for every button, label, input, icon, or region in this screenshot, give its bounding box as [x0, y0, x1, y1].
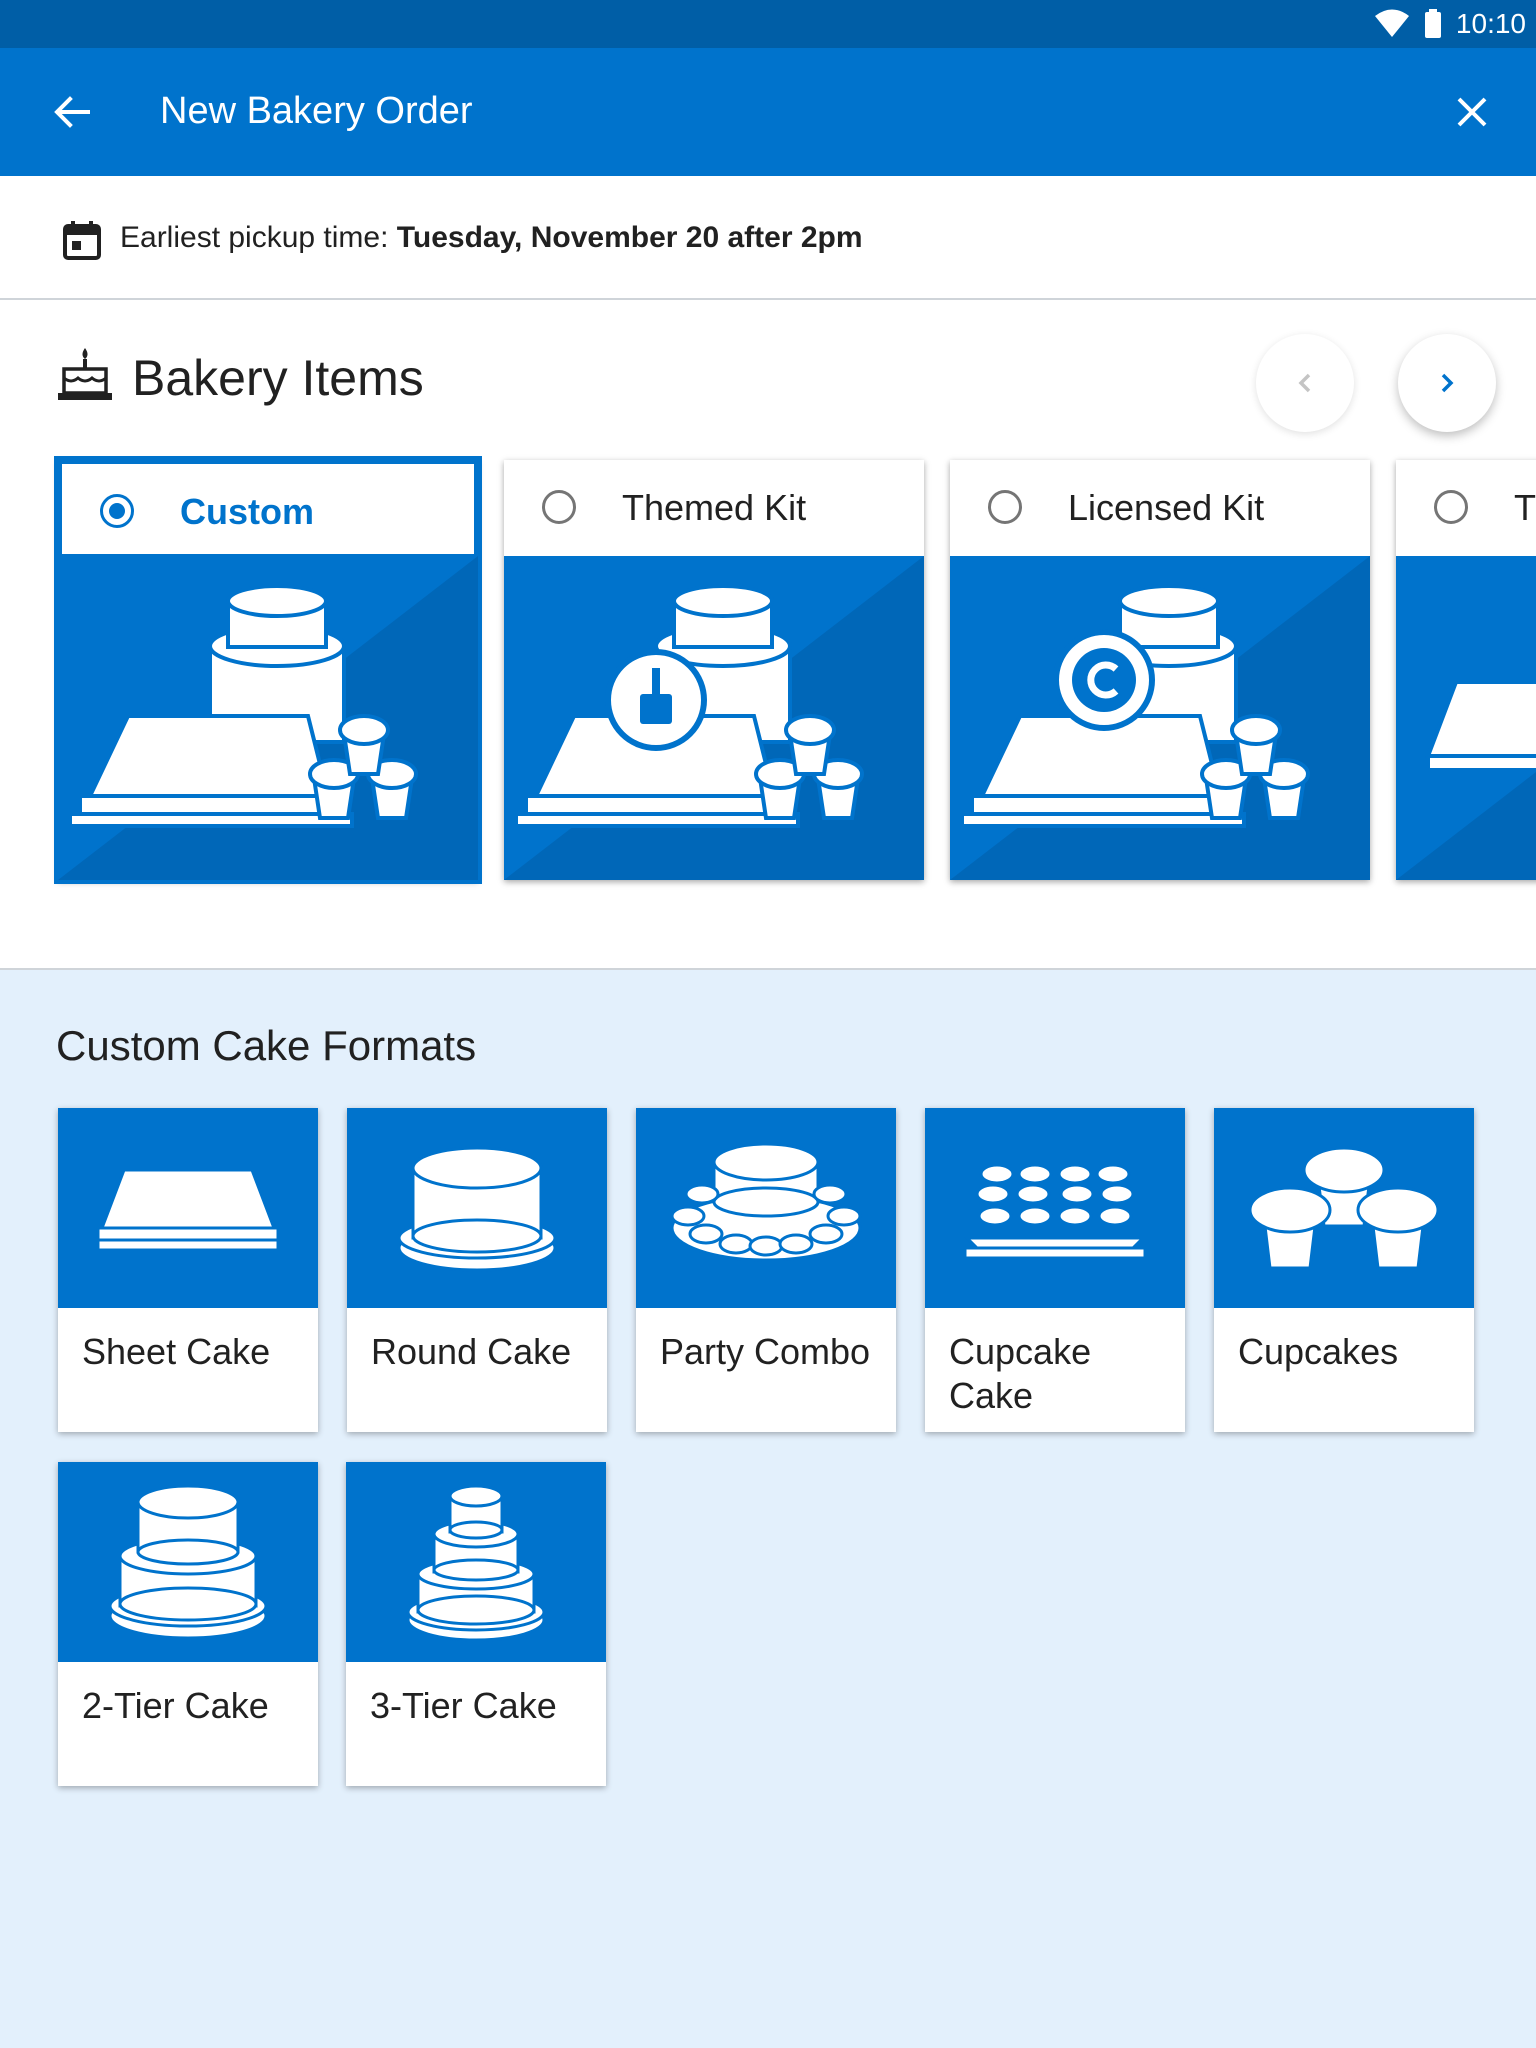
- pickup-text: Earliest pickup time: Tuesday, November …: [120, 218, 863, 258]
- format-two-tier-cake[interactable]: 2-Tier Cake: [58, 1462, 318, 1786]
- format-cupcake-cake[interactable]: Cupcake Cake: [925, 1108, 1185, 1432]
- carousel-next-button[interactable]: [1398, 334, 1496, 432]
- format-label: Round Cake: [371, 1331, 572, 1372]
- bakery-item-header: Licensed Kit: [950, 460, 1370, 556]
- bakery-items-section: Bakery Items Custom Themed Kit Licensed …: [0, 300, 1536, 970]
- carousel-prev-button[interactable]: [1256, 334, 1354, 432]
- licensed-kit-illustration: [950, 556, 1370, 880]
- format-label: Party Combo: [660, 1331, 871, 1372]
- bakery-item-header: Custom: [62, 464, 474, 554]
- radio-unselected-icon[interactable]: [542, 490, 576, 524]
- format-round-cake[interactable]: Round Cake: [347, 1108, 607, 1432]
- chevron-left-icon: [1298, 373, 1311, 393]
- status-bar: 10:10: [0, 0, 1536, 48]
- bakery-item-partial[interactable]: T: [1396, 460, 1536, 880]
- chevron-right-icon: [1441, 373, 1454, 393]
- cake-icon: [58, 348, 112, 400]
- bakery-item-label: Licensed Kit: [1068, 487, 1265, 528]
- format-label: Sheet Cake: [82, 1331, 271, 1372]
- party-combo-icon: [636, 1108, 896, 1308]
- pickup-value: Tuesday, November 20 after 2pm: [396, 221, 863, 254]
- status-icons: 10:10: [1374, 0, 1526, 48]
- cupcakes-icon: [1214, 1108, 1474, 1308]
- format-cupcakes[interactable]: Cupcakes: [1214, 1108, 1474, 1432]
- close-icon[interactable]: [1448, 88, 1496, 136]
- sheet-cake-icon: [58, 1108, 318, 1308]
- two-tier-cake-icon: [58, 1462, 318, 1662]
- bakery-item-header: T: [1396, 460, 1536, 556]
- three-tier-cake-icon: [346, 1462, 606, 1662]
- radio-selected-icon[interactable]: [100, 494, 134, 528]
- formats-title: Custom Cake Formats: [56, 1022, 477, 1069]
- app-bar: New Bakery Order: [0, 48, 1536, 176]
- section-title: Bakery Items: [132, 350, 424, 406]
- format-label: 3-Tier Cake: [370, 1685, 557, 1726]
- bakery-item-licensed-kit[interactable]: Licensed Kit: [950, 460, 1370, 880]
- themed-kit-illustration: [504, 556, 924, 880]
- battery-icon: [1424, 9, 1441, 38]
- arrow-left-icon[interactable]: [48, 88, 96, 136]
- bakery-item-label: T: [1514, 487, 1536, 528]
- partial-item-illustration: [1396, 680, 1536, 880]
- format-label: Cupcake Cake: [949, 1331, 1092, 1416]
- format-three-tier-cake[interactable]: 3-Tier Cake: [346, 1462, 606, 1786]
- wifi-icon: [1374, 9, 1409, 37]
- bakery-item-label: Custom: [180, 491, 314, 532]
- calendar-icon: [63, 221, 101, 260]
- copyright-icon: [1072, 648, 1136, 712]
- pickup-info: Earliest pickup time: Tuesday, November …: [0, 176, 1536, 300]
- pickup-label: Earliest pickup time:: [120, 221, 397, 254]
- radio-unselected-icon[interactable]: [1434, 490, 1468, 524]
- bakery-item-header: Themed Kit: [504, 460, 924, 556]
- format-label: Cupcakes: [1238, 1331, 1399, 1372]
- format-party-combo[interactable]: Party Combo: [636, 1108, 896, 1432]
- page-title: New Bakery Order: [160, 90, 473, 132]
- format-sheet-cake[interactable]: Sheet Cake: [58, 1108, 318, 1432]
- custom-cake-illustration: [58, 556, 478, 880]
- bakery-item-custom[interactable]: Custom: [54, 456, 482, 884]
- round-cake-icon: [347, 1108, 607, 1308]
- format-label: 2-Tier Cake: [82, 1685, 269, 1726]
- cupcake-cake-icon: [925, 1108, 1185, 1308]
- status-time: 10:10: [1455, 8, 1526, 39]
- bakery-item-themed-kit[interactable]: Themed Kit: [504, 460, 924, 880]
- radio-unselected-icon[interactable]: [988, 490, 1022, 524]
- bakery-item-label: Themed Kit: [622, 487, 807, 528]
